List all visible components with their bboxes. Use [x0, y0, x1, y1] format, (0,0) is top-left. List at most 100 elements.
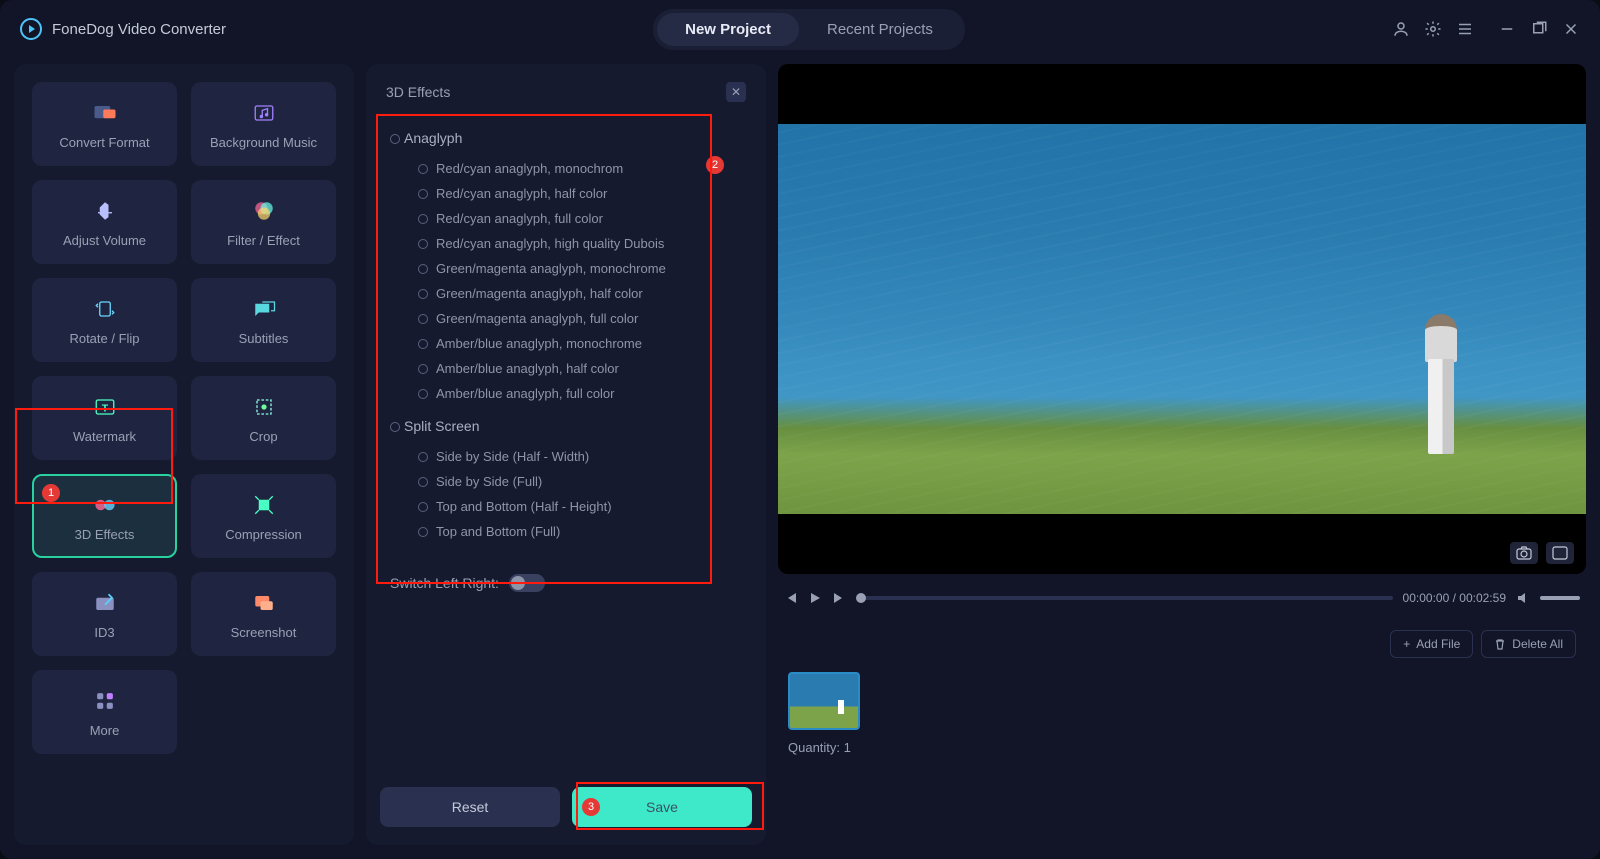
tool-label: More: [90, 723, 120, 738]
progress-handle[interactable]: [856, 593, 866, 603]
prev-button[interactable]: [784, 591, 798, 605]
crop-icon: [250, 393, 278, 421]
tool-label: Rotate / Flip: [69, 331, 139, 346]
file-queue: + Add File Delete All Quantity: 1: [778, 622, 1586, 845]
tool-watermark[interactable]: T Watermark: [32, 376, 177, 460]
tool-label: 3D Effects: [75, 527, 135, 542]
tools-sidebar: Convert Format Background Music Adjust V…: [14, 64, 354, 845]
radio-option[interactable]: Amber/blue anaglyph, monochrome: [418, 331, 742, 356]
volume-button[interactable]: [1516, 591, 1530, 605]
callout-2: 2: [706, 156, 724, 174]
panel-title: 3D Effects: [386, 84, 450, 100]
tool-label: Adjust Volume: [63, 233, 146, 248]
watermark-icon: T: [91, 393, 119, 421]
skip-back-icon: [784, 591, 798, 605]
player-controls: 00:00:00 / 00:02:59: [778, 582, 1586, 614]
3d-glasses-icon: [91, 491, 119, 519]
delete-all-button[interactable]: Delete All: [1481, 630, 1576, 658]
panel-close-button[interactable]: ✕: [726, 82, 746, 102]
fullscreen-button[interactable]: [1546, 542, 1574, 564]
close-icon[interactable]: [1562, 20, 1580, 38]
save-button[interactable]: 3 Save: [572, 787, 752, 827]
next-button[interactable]: [832, 591, 846, 605]
titlebar: FoneDog Video Converter New Project Rece…: [0, 0, 1600, 58]
split-options: Side by Side (Half - Width) Side by Side…: [390, 444, 742, 544]
video-player[interactable]: [778, 64, 1586, 574]
radio-option[interactable]: Red/cyan anaglyph, monochrom: [418, 156, 742, 181]
user-icon[interactable]: [1392, 20, 1410, 38]
convert-format-icon: [91, 99, 119, 127]
tool-background-music[interactable]: Background Music: [191, 82, 336, 166]
panel-header: 3D Effects ✕: [380, 78, 752, 112]
radio-option[interactable]: Top and Bottom (Half - Height): [418, 494, 742, 519]
tool-compression[interactable]: Compression: [191, 474, 336, 558]
lighthouse-graphic: [1416, 314, 1466, 454]
tool-more[interactable]: More: [32, 670, 177, 754]
save-label: Save: [646, 799, 678, 815]
volume-slider[interactable]: [1540, 596, 1580, 600]
tool-screenshot[interactable]: Screenshot: [191, 572, 336, 656]
radio-option[interactable]: Green/magenta anaglyph, half color: [418, 281, 742, 306]
radio-option[interactable]: Green/magenta anaglyph, monochrome: [418, 256, 742, 281]
tool-rotate-flip[interactable]: Rotate / Flip: [32, 278, 177, 362]
play-button[interactable]: [808, 591, 822, 605]
tool-id3[interactable]: ID3: [32, 572, 177, 656]
id3-icon: [91, 589, 119, 617]
radio-option[interactable]: Side by Side (Half - Width): [418, 444, 742, 469]
tool-crop[interactable]: Crop: [191, 376, 336, 460]
tool-adjust-volume[interactable]: Adjust Volume: [32, 180, 177, 264]
callout-1: 1: [42, 484, 60, 502]
delete-all-label: Delete All: [1512, 637, 1563, 651]
menu-icon[interactable]: [1456, 20, 1474, 38]
compression-icon: [250, 491, 278, 519]
progress-bar[interactable]: [856, 596, 1393, 600]
tool-subtitles[interactable]: Subtitles: [191, 278, 336, 362]
add-file-label: Add File: [1416, 637, 1460, 651]
tool-label: Screenshot: [231, 625, 297, 640]
radio-option[interactable]: Red/cyan anaglyph, half color: [418, 181, 742, 206]
radio-option[interactable]: Amber/blue anaglyph, half color: [418, 356, 742, 381]
quantity-text: Quantity: 1: [788, 740, 1576, 755]
switch-label: Switch Left Right:: [390, 575, 499, 591]
settings-icon[interactable]: [1424, 20, 1442, 38]
reset-button[interactable]: Reset: [380, 787, 560, 827]
snapshot-button[interactable]: [1510, 542, 1538, 564]
panel-footer: Reset 3 Save: [380, 779, 752, 831]
radio-option[interactable]: Green/magenta anaglyph, full color: [418, 306, 742, 331]
tool-3d-effects[interactable]: 1 3D Effects: [32, 474, 177, 558]
radio-option[interactable]: Red/cyan anaglyph, full color: [418, 206, 742, 231]
minimize-icon[interactable]: [1498, 20, 1516, 38]
group-anaglyph[interactable]: Anaglyph: [404, 130, 742, 146]
callout-3: 3: [582, 798, 600, 816]
tab-new-project[interactable]: New Project: [657, 13, 799, 46]
switch-left-right-toggle[interactable]: [509, 574, 545, 592]
tool-label: Compression: [225, 527, 302, 542]
preview-area: 00:00:00 / 00:02:59 + Add File Delete Al…: [778, 64, 1586, 845]
tab-recent-projects[interactable]: Recent Projects: [799, 13, 961, 46]
radio-option[interactable]: Amber/blue anaglyph, full color: [418, 381, 742, 406]
tool-convert-format[interactable]: Convert Format: [32, 82, 177, 166]
tool-label: ID3: [94, 625, 114, 640]
tool-label: Crop: [249, 429, 277, 444]
radio-option[interactable]: Red/cyan anaglyph, high quality Dubois: [418, 231, 742, 256]
volume-icon: [91, 197, 119, 225]
video-frame: [778, 124, 1586, 514]
maximize-icon[interactable]: [1530, 20, 1548, 38]
svg-text:T: T: [101, 402, 108, 414]
subtitles-icon: [250, 295, 278, 323]
trash-icon: [1494, 638, 1506, 650]
tool-label: Convert Format: [59, 135, 149, 150]
group-split-screen[interactable]: Split Screen: [404, 418, 742, 434]
anaglyph-options: Red/cyan anaglyph, monochrom Red/cyan an…: [390, 156, 742, 406]
time-display: 00:00:00 / 00:02:59: [1403, 591, 1506, 605]
play-icon: [808, 591, 822, 605]
tool-filter-effect[interactable]: Filter / Effect: [191, 180, 336, 264]
radio-option[interactable]: Top and Bottom (Full): [418, 519, 742, 544]
radio-option[interactable]: Side by Side (Full): [418, 469, 742, 494]
fullscreen-icon: [1552, 546, 1568, 560]
tool-label: Watermark: [73, 429, 136, 444]
app-logo-icon: [20, 18, 42, 40]
music-icon: [250, 99, 278, 127]
queue-thumbnail[interactable]: [788, 672, 860, 730]
add-file-button[interactable]: + Add File: [1390, 630, 1473, 658]
